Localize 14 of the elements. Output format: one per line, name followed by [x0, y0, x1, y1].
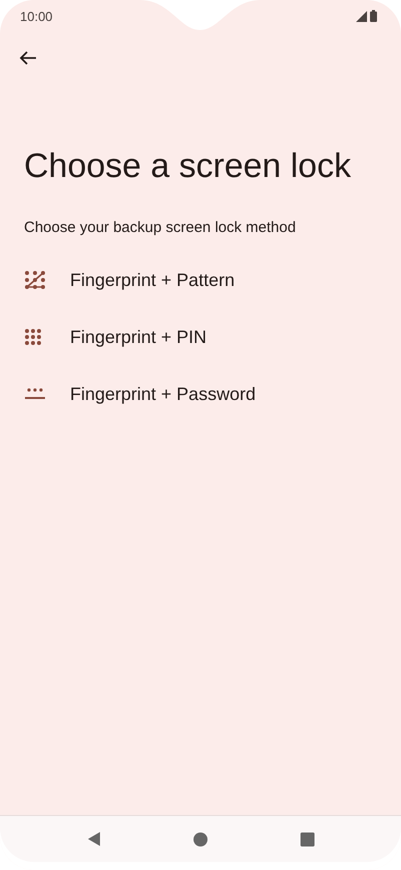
lock-option[interactable]: Fingerprint + Password: [0, 366, 401, 423]
back-icon[interactable]: [86, 831, 102, 847]
recents-icon[interactable]: [300, 832, 316, 846]
signal-icon: [356, 10, 367, 22]
page-title: Choose a screen lock: [24, 146, 352, 187]
page-subtitle: Choose your backup screen lock method: [24, 218, 297, 236]
lock-option[interactable]: Fingerprint + Pattern: [0, 252, 401, 309]
password-icon: [24, 387, 46, 402]
keypad-icon: [24, 328, 42, 346]
battery-icon: [370, 10, 377, 22]
home-icon[interactable]: [193, 832, 208, 846]
status-time: 10:00: [20, 8, 53, 24]
lock-option[interactable]: Fingerprint + PIN: [0, 308, 401, 366]
pattern-icon: [24, 270, 46, 290]
